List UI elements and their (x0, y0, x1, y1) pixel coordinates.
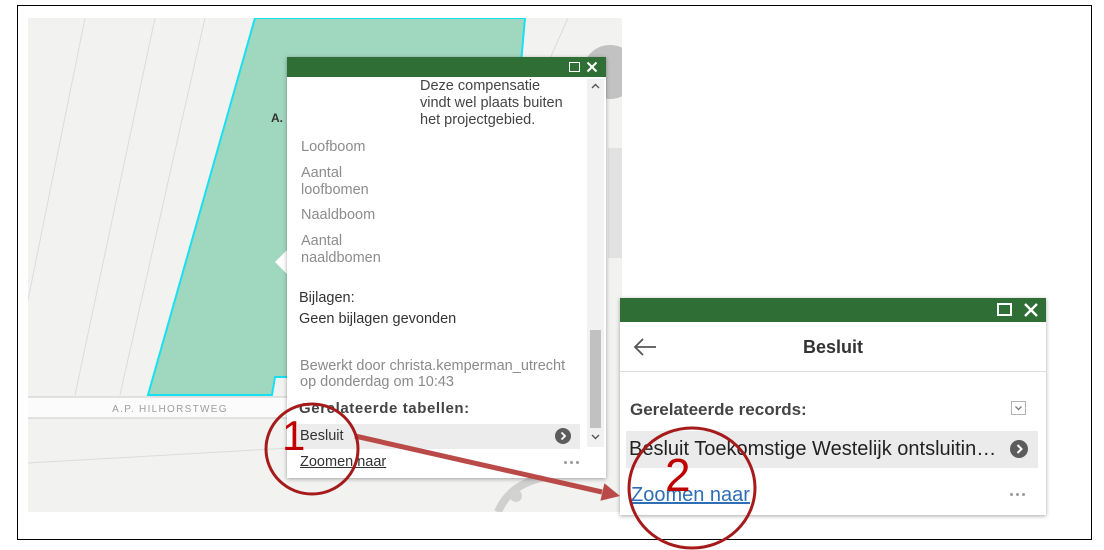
chevron-right-icon (555, 428, 571, 444)
caret-down-icon (1015, 406, 1022, 411)
close-button[interactable] (586, 61, 598, 73)
maximize-icon (569, 62, 580, 72)
scroll-thumb[interactable] (590, 330, 601, 428)
edit-info-line: Bewerkt door christa.kemperman_utrecht (300, 358, 566, 374)
feature-popup: Deze compensatie vindt wel plaats buiten… (287, 57, 606, 478)
attachments-value: Geen bijlagen gevonden (299, 311, 457, 327)
field-label-loofboom: Loofboom (301, 139, 366, 155)
description-line: Deze compensatie (420, 78, 541, 94)
chevron-down-icon (591, 434, 600, 440)
more-options-icon (1016, 493, 1019, 496)
popup-pointer (275, 250, 287, 274)
more-options-icon (570, 461, 573, 464)
road: A.P. HILHORSTWEG (28, 396, 300, 419)
map-feature-grey (608, 148, 622, 258)
more-options-button[interactable] (564, 461, 579, 464)
more-options-icon (1010, 493, 1013, 496)
attachments-label: Bijlagen: (299, 290, 355, 306)
parcel-line (28, 447, 291, 464)
maximize-button[interactable] (997, 303, 1012, 316)
scroll-down-button[interactable] (587, 430, 604, 447)
close-icon (1024, 303, 1038, 317)
scroll-up-button[interactable] (587, 79, 604, 96)
parcel-line (74, 18, 156, 396)
field-label-aantal-naaldbomen: Aantal naaldbomen (301, 233, 381, 266)
panel-nav-bar: Besluit (620, 322, 1046, 372)
more-options-icon (564, 461, 567, 464)
road-label: A.P. HILHORSTWEG (112, 404, 228, 415)
maximize-button[interactable] (569, 62, 580, 72)
map-feature-road-curve (494, 472, 551, 512)
more-options-button[interactable] (1010, 493, 1025, 496)
popup-scrollbar[interactable] (587, 79, 604, 447)
more-options-icon (1022, 493, 1025, 496)
edit-info-line: op donderdag om 10:43 (300, 374, 454, 390)
panel-title: Besluit (802, 337, 863, 357)
related-records-label: Gerelateerde records: (630, 400, 807, 419)
zoom-to-link[interactable]: Zoomen naar (300, 454, 386, 471)
panel-header (620, 298, 1046, 322)
related-table-item-besluit[interactable]: Besluit (297, 424, 580, 449)
related-records-panel: Besluit Gerelateerde records: Besluit To… (620, 298, 1046, 515)
arrow-left-icon (633, 338, 656, 356)
close-icon (586, 61, 598, 73)
description-line: vindt wel plaats buiten (420, 95, 563, 111)
related-record-item[interactable]: Besluit Toekomstige Westelijk ontsluitin… (626, 431, 1038, 468)
map-feature-grey (510, 490, 522, 502)
related-record-label: Besluit Toekomstige Westelijk ontsluitin… (629, 438, 997, 460)
parcel-label: A. (271, 111, 283, 125)
popup-header (287, 57, 606, 77)
related-tables-label: Gerelateerde tabellen: (299, 400, 470, 417)
maximize-icon (997, 303, 1012, 316)
zoom-to-link[interactable]: Zoomen naar (631, 483, 750, 507)
parcel-line (28, 18, 86, 301)
related-table-item-label: Besluit (300, 428, 344, 444)
close-button[interactable] (1023, 302, 1039, 318)
field-label-aantal-loofbomen: Aantal loofbomen (301, 165, 369, 198)
field-label-naaldboom: Naaldboom (301, 207, 376, 223)
chevron-up-icon (591, 83, 600, 89)
description-line: het projectgebied. (420, 112, 536, 128)
back-button[interactable] (631, 335, 659, 359)
chevron-right-icon (1010, 440, 1028, 458)
related-records-dropdown[interactable] (1011, 401, 1026, 415)
more-options-icon (576, 461, 579, 464)
